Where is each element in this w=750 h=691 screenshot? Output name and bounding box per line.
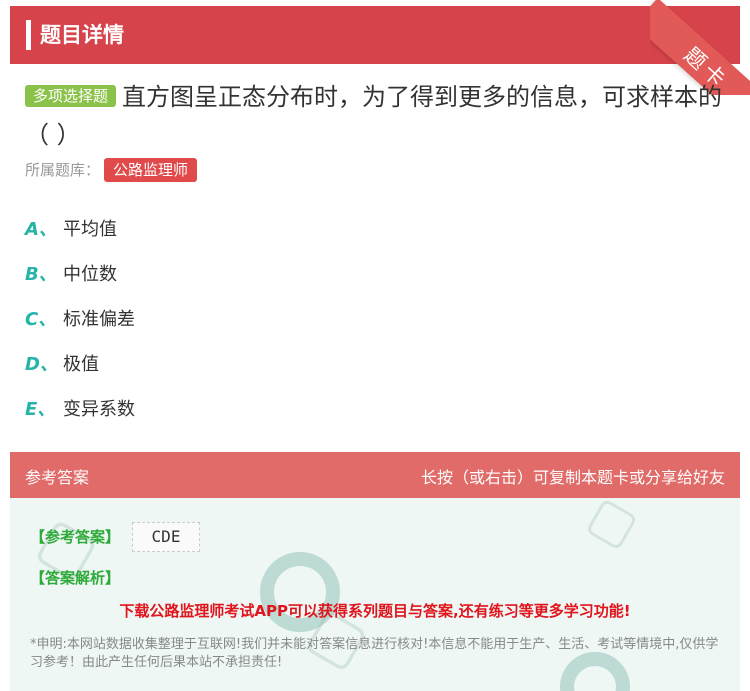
answer-section: ▢ ▢ ▢ 参考答案 长按（或右击）可复制本题卡或分享给好友 【参考答案】 CD… — [10, 452, 740, 691]
option-letter: C、 — [25, 308, 57, 330]
header-accent-bar — [26, 20, 31, 50]
reference-answer-value: CDE — [132, 522, 200, 552]
option-letter: D、 — [25, 353, 58, 375]
bank-label: 所属题库： — [25, 161, 101, 179]
option-text: 极值 — [63, 353, 99, 375]
question-type-badge: 多项选择题 — [25, 85, 117, 107]
card-header: 题目详情 — [10, 6, 740, 64]
app-download-link[interactable]: 下载公路监理师考试APP可以获得系列题目与答案,还有练习等更多学习功能! — [10, 600, 740, 621]
option-letter: B、 — [25, 263, 57, 285]
question-stem: 多项选择题 直方图呈正态分布时，为了得到更多的信息，可求样本的（ ） — [25, 78, 730, 154]
option-d[interactable]: D、 极值 — [25, 340, 725, 385]
options-list: A、 平均值 B、 中位数 C、 标准偏差 D、 极值 E、 变异系数 — [25, 205, 725, 430]
analysis-label: 【答案解析】 — [30, 569, 121, 587]
bank-tag-link[interactable]: 公路监理师 — [104, 158, 198, 182]
option-b[interactable]: B、 中位数 — [25, 250, 725, 295]
option-text: 平均值 — [63, 218, 117, 240]
share-hint: 长按（或右击）可复制本题卡或分享给好友 — [420, 468, 725, 487]
answer-header: 参考答案 长按（或右击）可复制本题卡或分享给好友 — [10, 452, 740, 498]
question-text: 直方图呈正态分布时，为了得到更多的信息，可求样本的（ ） — [25, 83, 723, 149]
question-bank: 所属题库： 公路监理师 — [25, 158, 198, 182]
option-letter: E、 — [25, 398, 56, 420]
option-text: 中位数 — [63, 263, 117, 285]
option-a[interactable]: A、 平均值 — [25, 205, 725, 250]
page-title: 题目详情 — [40, 23, 124, 47]
option-text: 标准偏差 — [63, 308, 135, 330]
answer-header-title: 参考答案 — [25, 468, 90, 487]
option-e[interactable]: E、 变异系数 — [25, 385, 725, 430]
reference-answer-label: 【参考答案】 — [30, 528, 121, 546]
option-text: 变异系数 — [63, 398, 135, 420]
option-c[interactable]: C、 标准偏差 — [25, 295, 725, 340]
option-letter: A、 — [25, 218, 57, 240]
disclaimer: *申明:本网站数据收集整理于互联网!我们并未能对答案信息进行核对!本信息不能用于… — [30, 637, 719, 670]
question-card: 题目详情 题卡 多项选择题 直方图呈正态分布时，为了得到更多的信息，可求样本的（ … — [10, 0, 750, 691]
